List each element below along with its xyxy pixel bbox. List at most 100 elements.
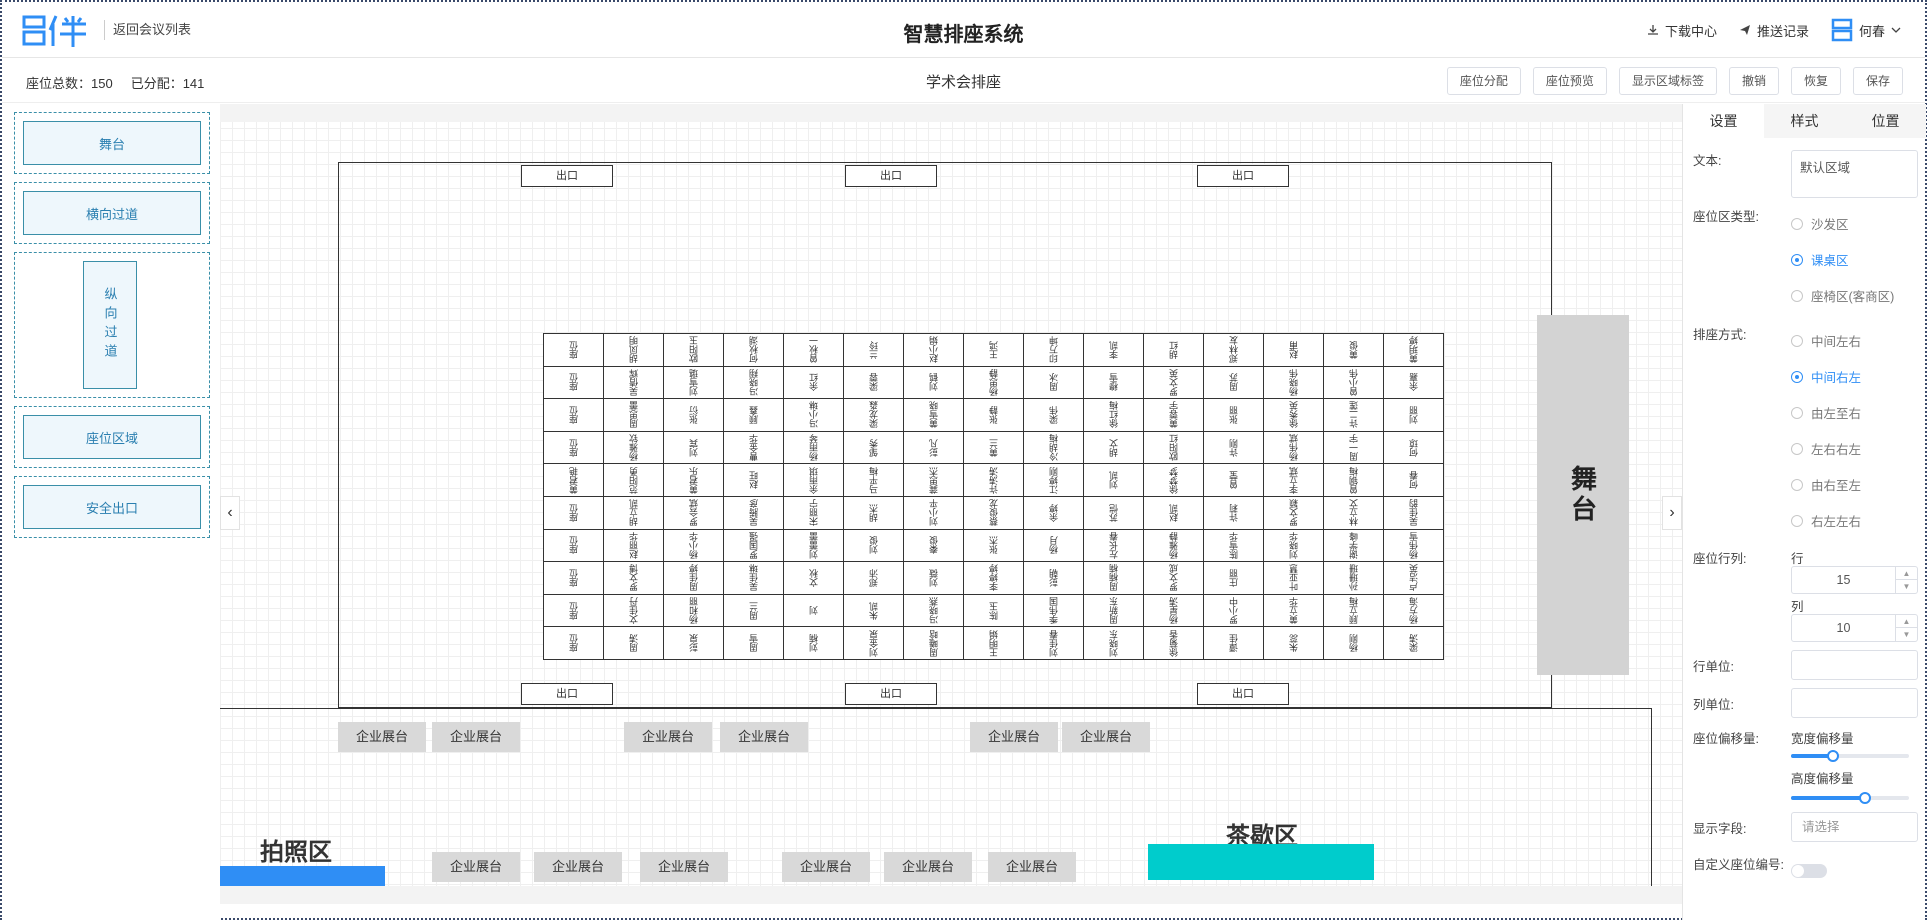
seat-cell[interactable]: 黄雪晓 [904, 399, 964, 432]
seat-cell[interactable]: 周涛 [604, 627, 664, 660]
seat-cell[interactable]: 周冰 [1024, 366, 1084, 400]
seat-cell[interactable]: 徐菊香 [1144, 627, 1204, 660]
user-menu[interactable]: 何春 [1831, 18, 1901, 42]
seat-cell[interactable]: 彭朝 [1024, 562, 1084, 595]
seat-cell[interactable]: 杨星涛 [1144, 594, 1204, 628]
seat-cell[interactable]: 许二莲 [1324, 399, 1384, 432]
seat-cell[interactable]: 罗国强 [724, 529, 784, 563]
width-offset-knob[interactable] [1827, 750, 1840, 762]
seat-cell[interactable]: 座位 [544, 529, 604, 563]
booth-4[interactable]: 企业展台 [720, 722, 808, 752]
seat-cell[interactable]: 欧阳玉 [664, 334, 724, 367]
seat-cell[interactable]: 江婷刚 [1024, 464, 1084, 497]
seat-cell[interactable]: 季伟国 [1024, 594, 1084, 628]
seat-cell[interactable]: 余红 [784, 366, 844, 400]
seat-cell[interactable]: 吴佳琳 [724, 562, 784, 595]
seat-cell[interactable]: 何秋湖 [724, 334, 784, 367]
seat-cell[interactable]: 杨晓伟 [1264, 366, 1324, 400]
seat-cell[interactable]: 胡立凯 [604, 496, 664, 530]
exit-bottom-3[interactable]: 出口 [1197, 683, 1289, 705]
stepper-down-icon[interactable]: ▼ [1896, 628, 1917, 641]
collapse-right-panel-button[interactable]: › [1662, 496, 1682, 530]
seat-cell[interactable]: 周新东 [1084, 594, 1144, 628]
seat-cell[interactable]: 周楠楠 [1084, 562, 1144, 595]
seat-cell[interactable]: 黄君乐 [664, 464, 724, 497]
save-button[interactable]: 保存 [1852, 67, 1903, 95]
component-safety-exit[interactable]: 安全出口 [14, 476, 210, 538]
seat-cell[interactable]: 左长春 [1084, 529, 1144, 563]
seat-cell[interactable]: 欧阳红 [1144, 431, 1204, 465]
seat-cell[interactable]: 曾钢梅 [1324, 464, 1384, 497]
booth-6[interactable]: 企业展台 [1062, 722, 1150, 752]
seat-cell[interactable]: 刘小平 [904, 496, 964, 530]
seat-cell[interactable]: 曾秋一 [784, 334, 844, 367]
seat-cell[interactable]: 秦俊 [904, 529, 964, 563]
seat-cell[interactable]: 刘俊 [844, 529, 904, 563]
seat-cell[interactable]: 叶亚慧 [1264, 562, 1324, 595]
seating-radio-4[interactable]: 左右右左 [1791, 439, 1861, 458]
seat-cell[interactable]: 徐红梅 [1084, 399, 1144, 432]
seat-cell[interactable]: 黄立华 [1264, 594, 1324, 628]
display-field-select[interactable]: 请选择 [1791, 812, 1918, 842]
seat-cell[interactable]: 杨月 [1024, 529, 1084, 563]
row-count-stepper[interactable]: 15 ▲ ▼ [1791, 566, 1918, 594]
booth-1[interactable]: 企业展台 [338, 722, 426, 752]
show-area-labels-button[interactable]: 显示区域标签 [1618, 67, 1717, 95]
seat-cell[interactable]: 冯晓燕 [904, 594, 964, 628]
seat-cell[interactable]: 何琼 [1384, 431, 1444, 465]
component-horizontal-aisle[interactable]: 横向过道 [14, 182, 210, 244]
seat-grid[interactable]: 座位 胡凤明 欧阳玉 何秋湖 曾秋一 兰玲 赵小娟 王鸿 印万坤 李凯 胡红 郑林友 赵甫 黄俊 黄玥婷 座位… [543, 333, 1444, 660]
booth-10[interactable]: 企业展台 [782, 852, 870, 882]
seat-cell[interactable]: 杨雅钦 [604, 431, 664, 465]
seat-cell[interactable]: 郑沛 [844, 562, 904, 595]
seat-cell[interactable]: 赵丽华 [604, 529, 664, 563]
seat-cell[interactable]: 杨雅静 [1144, 529, 1204, 563]
tab-position[interactable]: 位置 [1845, 104, 1926, 138]
seat-cell[interactable]: 周苏 [1204, 366, 1264, 400]
seat-cell[interactable]: 陈雪华 [1204, 529, 1264, 563]
seat-cell[interactable]: 罗文英 [1144, 366, 1204, 400]
component-stage[interactable]: 舞台 [14, 112, 210, 174]
seat-cell[interactable]: 杨刚 [1324, 627, 1384, 660]
seat-cell[interactable]: 刘丽 [1384, 399, 1444, 432]
seat-cell[interactable]: 刘鹤 [904, 366, 964, 400]
seat-cell[interactable]: 张杰 [964, 529, 1024, 563]
seat-cell[interactable]: 周一宇 [1324, 431, 1384, 465]
seat-cell[interactable]: 周思蕾 [604, 399, 664, 432]
seat-cell[interactable]: 徐秀英 [1264, 399, 1324, 432]
seat-cell[interactable]: 罗文博 [604, 562, 664, 595]
tea-zone-bar[interactable] [1148, 844, 1374, 880]
download-center-button[interactable]: 下载中心 [1647, 21, 1717, 40]
layout-canvas[interactable]: 出口 出口 出口 座位 胡凤明 欧阳玉 何秋湖 曾秋一 兰玲 赵小娟 王鸿 印万坤 李凯 胡红 郑林友… [220, 104, 1682, 904]
seat-cell[interactable]: 周雪 [724, 627, 784, 660]
seat-cell[interactable]: 杨伟雪 [1384, 529, 1444, 563]
custom-number-switch[interactable] [1791, 864, 1827, 878]
seat-cell[interactable]: 冯小琳 [784, 399, 844, 432]
seat-cell[interactable]: 赵旺 [724, 464, 784, 497]
undo-button[interactable]: 撤销 [1728, 67, 1779, 95]
seat-cell[interactable]: 黄蓉宇 [1144, 399, 1204, 432]
seat-cell[interactable]: 罗文颖 [1264, 496, 1324, 530]
seating-radio-3[interactable]: 由左至右 [1791, 403, 1861, 422]
seat-cell[interactable]: 邹秀 [844, 431, 904, 465]
seat-cell[interactable]: 余雨琪 [784, 464, 844, 497]
stage-block[interactable]: 舞台 [1537, 315, 1629, 675]
seat-cell[interactable]: 座位 [544, 399, 604, 432]
seat-cell[interactable]: 李婷婷 [964, 562, 1024, 595]
width-offset-slider[interactable] [1791, 750, 1909, 762]
seat-cell[interactable]: 刘晓东 [1084, 627, 1144, 660]
seat-cell[interactable]: 印万坤 [1024, 334, 1084, 367]
seat-cell[interactable]: 吴腾彦 [724, 496, 784, 530]
seat-cell[interactable]: 座位 [544, 496, 604, 530]
seat-cell[interactable]: 周兰 [724, 594, 784, 628]
booth-11[interactable]: 企业展台 [884, 852, 972, 882]
seating-radio-6[interactable]: 右左左右 [1791, 511, 1861, 530]
exit-bottom-2[interactable]: 出口 [845, 683, 937, 705]
seat-cell[interactable]: 座位 [544, 562, 604, 595]
seat-cell[interactable]: 郑林友 [1204, 334, 1264, 367]
seat-cell[interactable]: 座位 [544, 334, 604, 367]
seat-cell[interactable]: 文秋 [784, 562, 844, 595]
stepper-up-icon[interactable]: ▲ [1896, 615, 1917, 628]
seat-cell[interactable]: 罗小中 [1204, 594, 1264, 628]
seat-cell[interactable]: 穆雪 [1084, 366, 1144, 400]
